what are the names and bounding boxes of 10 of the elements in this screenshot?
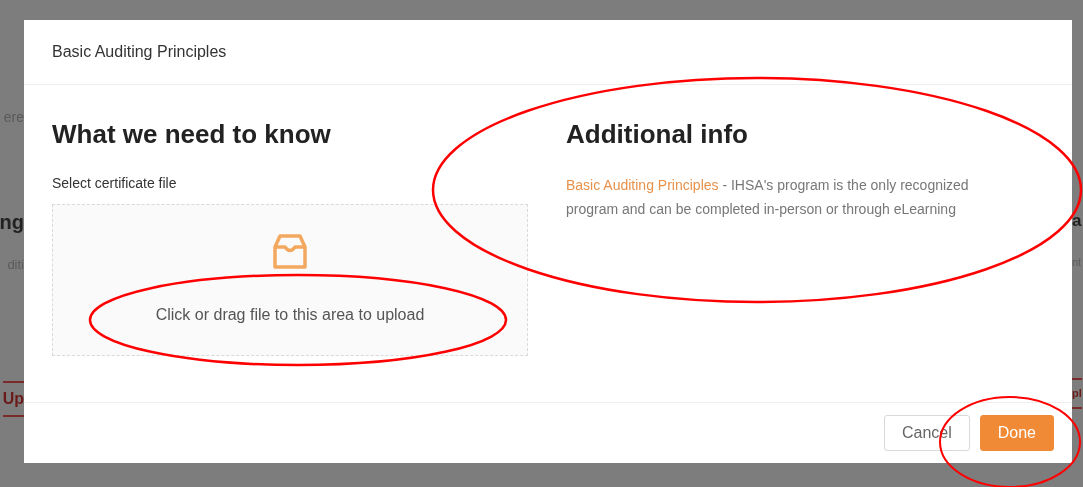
upload-dropzone[interactable]: Click or drag file to this area to upload [52,204,528,356]
dialog-title: Basic Auditing Principles [52,42,227,62]
background-text: pl [1072,378,1082,409]
section-heading: Additional info [566,121,749,147]
upload-hint: Click or drag file to this area to upload [155,305,425,325]
section-heading: What we need to know [52,121,332,147]
field-label: Select certificate file [52,174,178,193]
background-text: a [1072,212,1082,229]
info-text: Basic Auditing Principles - IHSA's program is the only recognized program and can be completed in-person or through eLearning [566,176,970,219]
background-text: ng [0,212,24,232]
